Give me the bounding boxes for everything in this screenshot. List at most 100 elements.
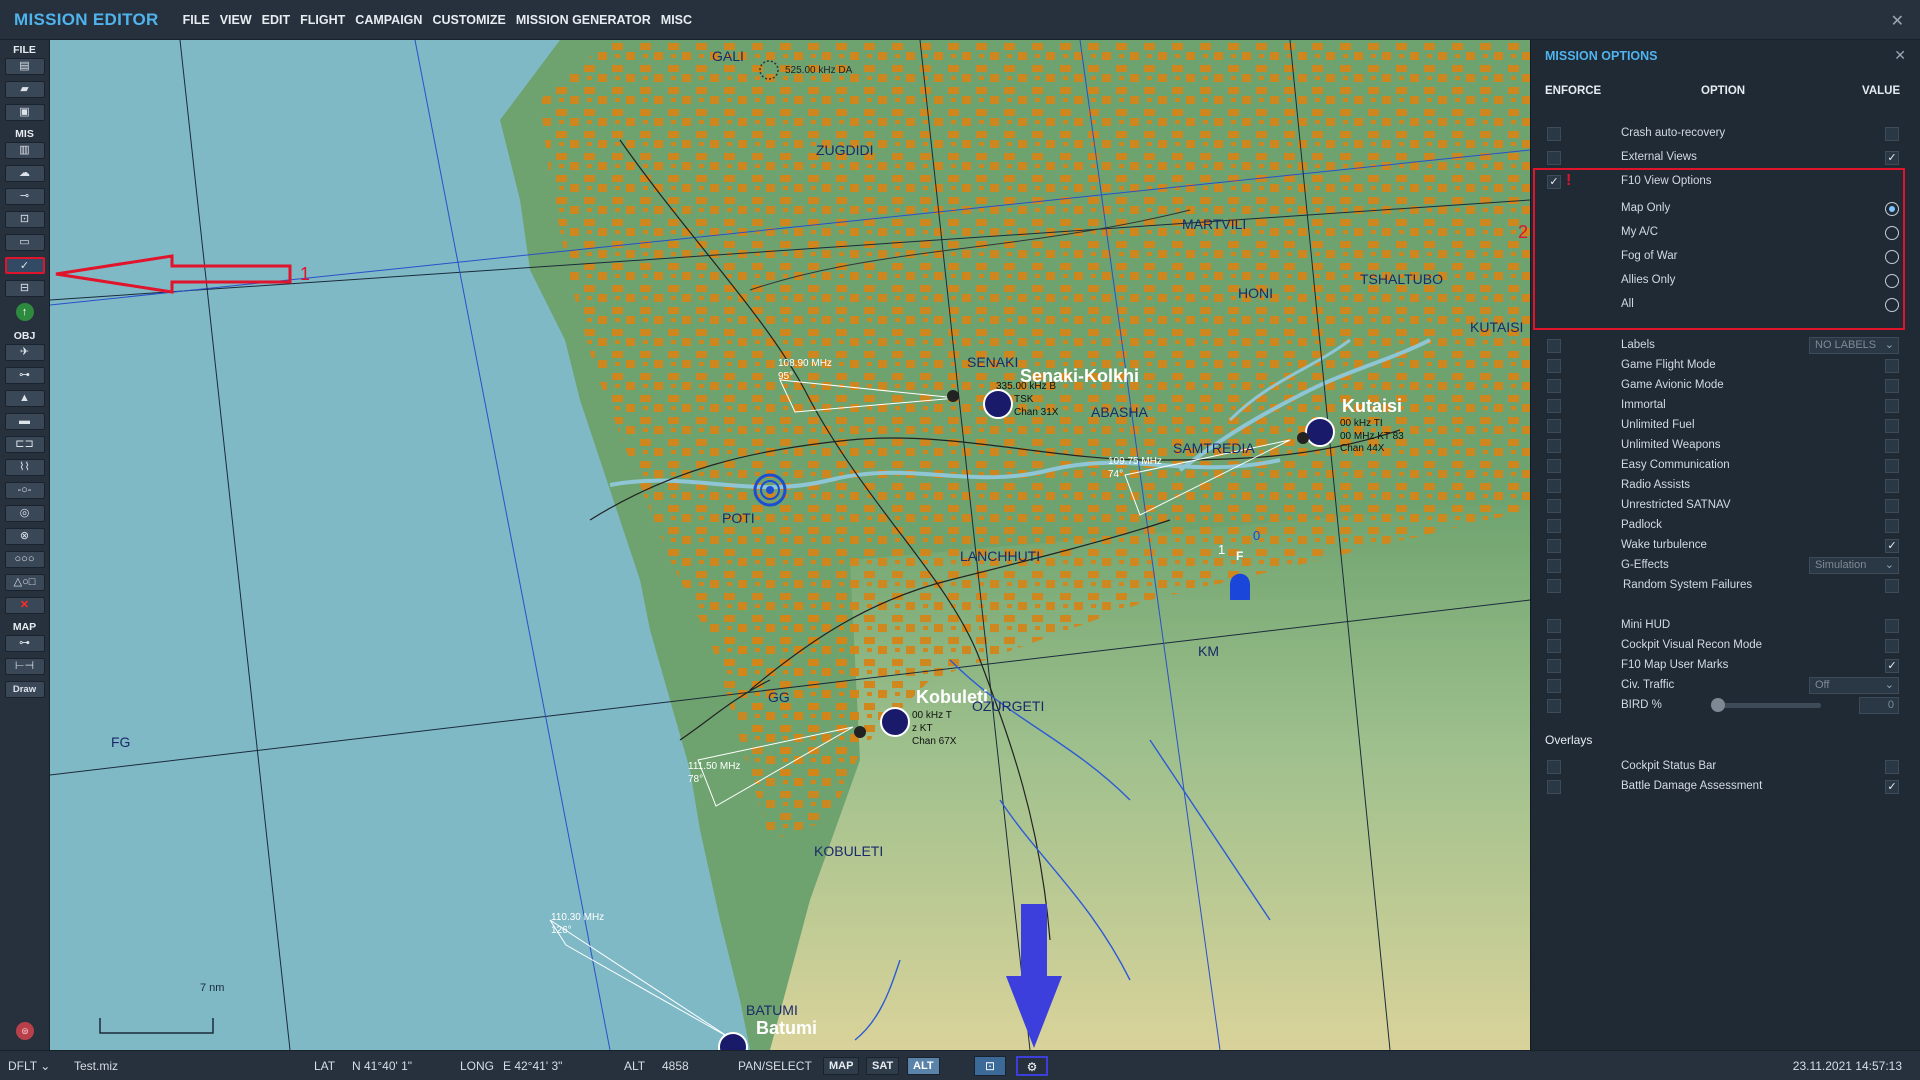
value-checkbox[interactable]: ✓ (1885, 780, 1899, 794)
value-checkbox[interactable] (1885, 619, 1899, 633)
value-checkbox[interactable]: ✓ (1885, 151, 1899, 165)
enforce-checkbox[interactable] (1547, 539, 1561, 553)
enforce-checkbox[interactable] (1547, 579, 1561, 593)
enforce-checkbox[interactable] (1547, 339, 1561, 353)
enforce-checkbox[interactable] (1547, 679, 1561, 693)
value-checkbox[interactable] (1885, 519, 1899, 533)
enforce-checkbox[interactable] (1547, 659, 1561, 673)
open-folder-icon[interactable]: ▰ (4, 81, 45, 98)
add-plane-icon[interactable]: ✈ (4, 344, 45, 361)
enforce-checkbox[interactable] (1547, 439, 1561, 453)
slider-thumb[interactable] (1711, 698, 1725, 712)
save-icon[interactable]: ▣ (4, 104, 45, 121)
enforce-checkbox[interactable] (1547, 639, 1561, 653)
enforce-checkbox[interactable] (1547, 499, 1561, 513)
key-icon[interactable]: ⊶ (4, 635, 45, 652)
delete-icon[interactable]: ✕ (4, 597, 45, 614)
menu-view[interactable]: VIEW (220, 13, 252, 27)
enforce-checkbox[interactable] (1547, 151, 1561, 165)
enforce-checkbox[interactable] (1547, 127, 1561, 141)
value-checkbox[interactable] (1885, 459, 1899, 473)
new-file-icon[interactable]: ▤ (4, 58, 45, 75)
mode-label: PAN/SELECT (738, 1059, 812, 1073)
add-static-icon[interactable]: ⊏⊐ (4, 436, 45, 453)
bird-number-field[interactable]: 0 (1859, 697, 1899, 714)
value-checkbox[interactable] (1885, 639, 1899, 653)
value-checkbox[interactable] (1885, 579, 1899, 593)
map-canvas[interactable]: GALI 525.00 kHz DA ZUGDIDI MARTVILI HONI… (50, 40, 1530, 1050)
coalitions-icon[interactable]: ⊟ (4, 280, 45, 297)
trigger-zone-icon[interactable]: ◎ (4, 505, 45, 522)
enforce-checkbox[interactable] (1547, 760, 1561, 774)
initial-point-icon[interactable]: ⊗ (4, 528, 45, 545)
enforce-checkbox[interactable] (1547, 399, 1561, 413)
value-checkbox[interactable]: ✓ (1885, 539, 1899, 553)
mission-options-icon[interactable]: ✓ (4, 257, 45, 274)
option-label: Random System Failures (1623, 579, 1753, 591)
option-row: Game Flight Mode (1531, 356, 1920, 375)
draw-button[interactable]: Draw (4, 681, 45, 698)
enforce-checkbox[interactable] (1547, 619, 1561, 633)
value-checkbox[interactable] (1885, 760, 1899, 774)
bird-slider[interactable] (1711, 698, 1821, 712)
triggers-icon[interactable]: ⊸ (4, 188, 45, 205)
g-effects-dropdown[interactable]: Simulation ⌄ (1809, 557, 1899, 574)
enforce-checkbox[interactable] (1547, 419, 1561, 433)
option-row: BIRD % 0 (1531, 696, 1920, 715)
option-label: Wake turbulence (1621, 539, 1707, 551)
menu-flight[interactable]: FLIGHT (300, 13, 345, 27)
menu-edit[interactable]: EDIT (262, 13, 290, 27)
value-checkbox[interactable] (1885, 439, 1899, 453)
enforce-checkbox[interactable] (1547, 780, 1561, 794)
labels-dropdown[interactable]: NO LABELS ⌄ (1809, 337, 1899, 354)
value-checkbox[interactable] (1885, 399, 1899, 413)
add-template-icon[interactable]: ⌇⌇ (4, 459, 45, 476)
panel-close-icon[interactable]: ✕ (1894, 47, 1906, 64)
enforce-checkbox[interactable] (1547, 519, 1561, 533)
profile-dropdown[interactable]: DFLT ⌄ (8, 1059, 50, 1073)
sat-view-button[interactable]: SAT (866, 1057, 900, 1075)
enforce-checkbox[interactable] (1547, 459, 1561, 473)
map-options-gear-icon[interactable]: ⚙ (1016, 1056, 1048, 1076)
goals-icon[interactable]: ⊡ (4, 211, 45, 228)
value-checkbox[interactable] (1885, 127, 1899, 141)
menu-campaign[interactable]: CAMPAIGN (355, 13, 422, 27)
ruler-icon[interactable]: ⊢⊣ (4, 658, 45, 675)
option-label: Battle Damage Assessment (1621, 780, 1763, 792)
value-checkbox[interactable] (1885, 499, 1899, 513)
stop-icon[interactable]: ⊜ (16, 1022, 34, 1040)
add-vehicle-icon[interactable]: ▬ (4, 413, 45, 430)
close-icon[interactable]: ✕ (1891, 11, 1904, 31)
civ-traffic-dropdown[interactable]: Off ⌄ (1809, 677, 1899, 694)
menu-mission-generator[interactable]: MISSION GENERATOR (516, 13, 651, 27)
enforce-checkbox[interactable] (1547, 359, 1561, 373)
value-checkbox[interactable] (1885, 479, 1899, 493)
map-layers-icon[interactable]: ⊡ (974, 1056, 1006, 1076)
enforce-checkbox[interactable] (1547, 559, 1561, 573)
value-checkbox[interactable] (1885, 419, 1899, 433)
add-helicopter-icon[interactable]: ⊶ (4, 367, 45, 384)
menu-misc[interactable]: MISC (661, 13, 692, 27)
add-ship-icon[interactable]: ▲ (4, 390, 45, 407)
add-waypoint-icon[interactable]: -○- (4, 482, 45, 499)
alt-view-button[interactable]: ALT (907, 1057, 940, 1075)
green-up-icon[interactable]: ↑ (15, 303, 34, 321)
briefing-icon[interactable]: ▥ (4, 142, 45, 159)
column-enforce: ENFORCE (1545, 85, 1602, 97)
enforce-checkbox[interactable] (1547, 479, 1561, 493)
value-checkbox[interactable] (1885, 379, 1899, 393)
value-checkbox[interactable]: ✓ (1885, 659, 1899, 673)
option-label: Cockpit Status Bar (1621, 760, 1717, 772)
multiple-select-icon[interactable]: ○○○ (4, 551, 45, 568)
option-row: Battle Damage Assessment ✓ (1531, 777, 1920, 796)
weather-icon[interactable]: ☁ (4, 165, 45, 182)
menu-file[interactable]: FILE (183, 13, 210, 27)
resource-manager-icon[interactable]: ▭ (4, 234, 45, 251)
shapes-icon[interactable]: △○□ (4, 574, 45, 591)
annotation-arrow-down (1006, 904, 1062, 1048)
menu-customize[interactable]: CUSTOMIZE (432, 13, 505, 27)
enforce-checkbox[interactable] (1547, 699, 1561, 713)
map-view-button[interactable]: MAP (823, 1057, 860, 1075)
enforce-checkbox[interactable] (1547, 379, 1561, 393)
value-checkbox[interactable] (1885, 359, 1899, 373)
